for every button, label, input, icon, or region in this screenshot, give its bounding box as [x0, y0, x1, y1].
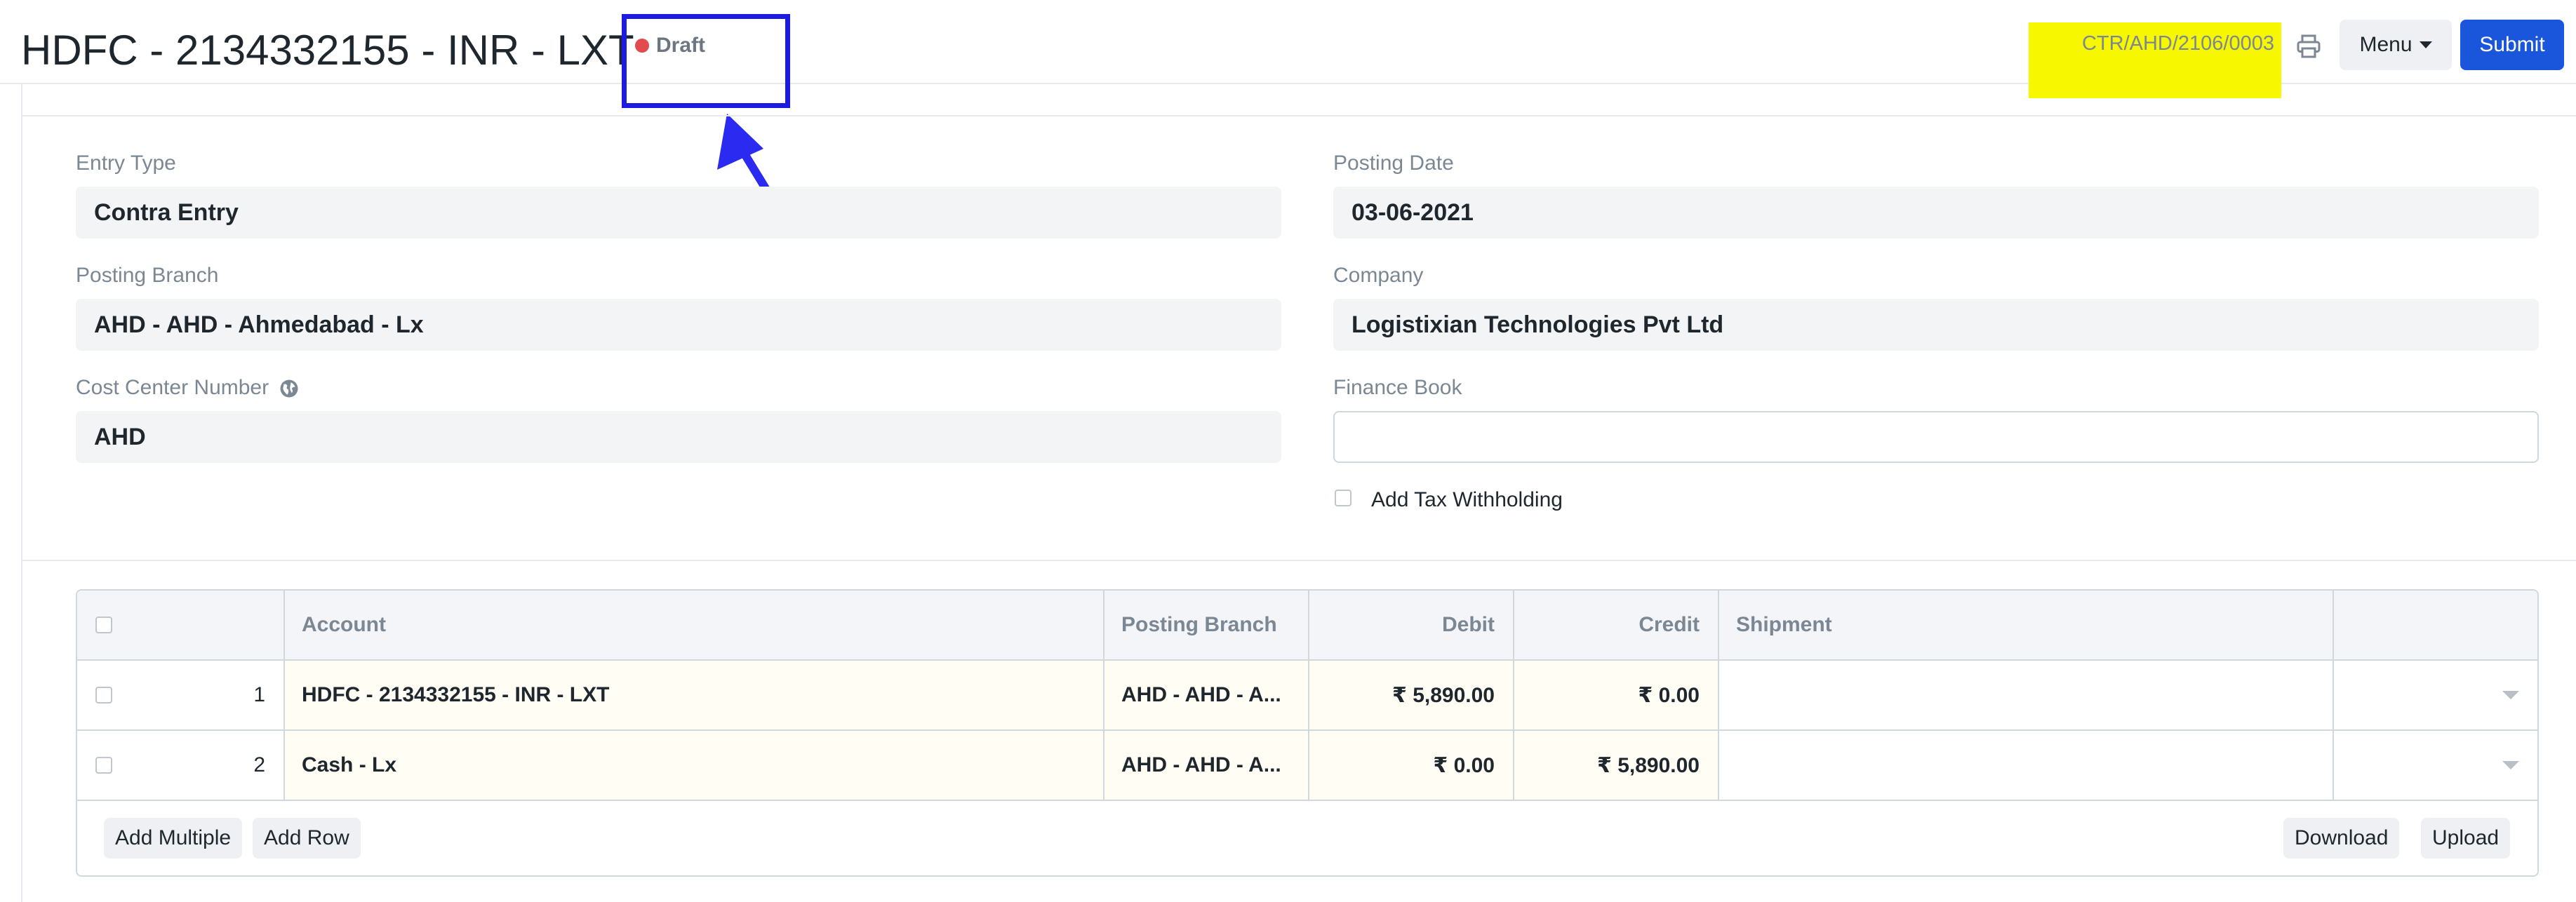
account-cell[interactable]: Cash - Lx: [283, 731, 1103, 800]
select-all-cell: [77, 591, 283, 659]
entry-type-field[interactable]: Contra Entry: [76, 187, 1281, 238]
posting-branch-cell[interactable]: AHD - AHD - A...: [1103, 661, 1308, 729]
debit-cell[interactable]: ₹ 5,890.00: [1308, 661, 1513, 729]
row-select-cell: 2: [77, 731, 283, 800]
row-checkbox[interactable]: [95, 757, 112, 774]
table-row[interactable]: 2 Cash - Lx AHD - AHD - A... ₹ 0.00 ₹ 5,…: [77, 731, 2537, 801]
column-header-actions: [2333, 591, 2537, 659]
table-row[interactable]: 1 HDFC - 2134332155 - INR - LXT AHD - AH…: [77, 661, 2537, 731]
shipment-cell[interactable]: [1718, 661, 2333, 729]
cost-center-label-row: Cost Center Number: [76, 376, 300, 400]
page-left-border: [21, 83, 22, 902]
column-header-posting-branch: Posting Branch: [1103, 591, 1308, 659]
menu-button-label: Menu: [2359, 33, 2413, 56]
posting-branch-label: Posting Branch: [76, 264, 219, 287]
debit-cell[interactable]: ₹ 0.00: [1308, 731, 1513, 800]
page-header: HDFC - 2134332155 - INR - LXT Draft CTR/…: [0, 0, 2576, 98]
upload-button[interactable]: Upload: [2421, 818, 2511, 859]
accounts-table: Account Posting Branch Debit Credit Ship…: [76, 589, 2539, 877]
posting-branch-field[interactable]: AHD - AHD - Ahmedabad - Lx: [76, 299, 1281, 351]
row-actions-cell[interactable]: [2333, 661, 2537, 729]
column-header-shipment: Shipment: [1718, 591, 2333, 659]
globe-icon: [280, 379, 298, 398]
print-icon[interactable]: [2296, 34, 2321, 59]
posting-date-field[interactable]: 03-06-2021: [1333, 187, 2539, 238]
add-tax-withholding-label: Add Tax Withholding: [1371, 488, 1563, 511]
add-row-button[interactable]: Add Row: [253, 818, 361, 859]
row-actions-cell[interactable]: [2333, 731, 2537, 800]
cost-center-label: Cost Center Number: [76, 376, 269, 399]
row-expand-chevron-icon[interactable]: [2502, 761, 2519, 769]
shipment-cell[interactable]: [1718, 731, 2333, 800]
row-index: 1: [253, 683, 265, 706]
row-checkbox[interactable]: [95, 687, 112, 704]
section-divider: [22, 560, 2576, 561]
finance-book-input[interactable]: [1333, 411, 2539, 463]
section-divider: [22, 115, 2576, 116]
company-label: Company: [1333, 264, 1424, 287]
table-header-row: Account Posting Branch Debit Credit Ship…: [77, 591, 2537, 661]
submit-button[interactable]: Submit: [2460, 20, 2564, 70]
entry-type-label: Entry Type: [76, 152, 176, 175]
add-tax-withholding-checkbox[interactable]: [1335, 490, 1352, 506]
menu-button[interactable]: Menu: [2340, 20, 2452, 70]
add-multiple-button[interactable]: Add Multiple: [104, 818, 243, 859]
credit-cell[interactable]: ₹ 5,890.00: [1513, 731, 1718, 800]
row-expand-chevron-icon[interactable]: [2502, 691, 2519, 699]
credit-cell[interactable]: ₹ 0.00: [1513, 661, 1718, 729]
posting-branch-cell[interactable]: AHD - AHD - A...: [1103, 731, 1308, 800]
column-header-account: Account: [283, 591, 1103, 659]
chevron-down-icon: [2419, 41, 2432, 48]
page-title: HDFC - 2134332155 - INR - LXT: [21, 27, 634, 74]
finance-book-label: Finance Book: [1333, 376, 1462, 399]
row-index: 2: [253, 753, 265, 776]
posting-date-label: Posting Date: [1333, 152, 1454, 175]
row-select-cell: 1: [77, 661, 283, 729]
document-id: CTR/AHD/2106/0003: [2081, 32, 2274, 55]
account-cell[interactable]: HDFC - 2134332155 - INR - LXT: [283, 661, 1103, 729]
cost-center-field[interactable]: AHD: [76, 411, 1281, 463]
annotation-box: [622, 14, 790, 108]
select-all-checkbox[interactable]: [95, 617, 112, 633]
column-header-debit: Debit: [1308, 591, 1513, 659]
company-field[interactable]: Logistixian Technologies Pvt Ltd: [1333, 299, 2539, 351]
download-button[interactable]: Download: [2283, 818, 2400, 859]
column-header-credit: Credit: [1513, 591, 1718, 659]
